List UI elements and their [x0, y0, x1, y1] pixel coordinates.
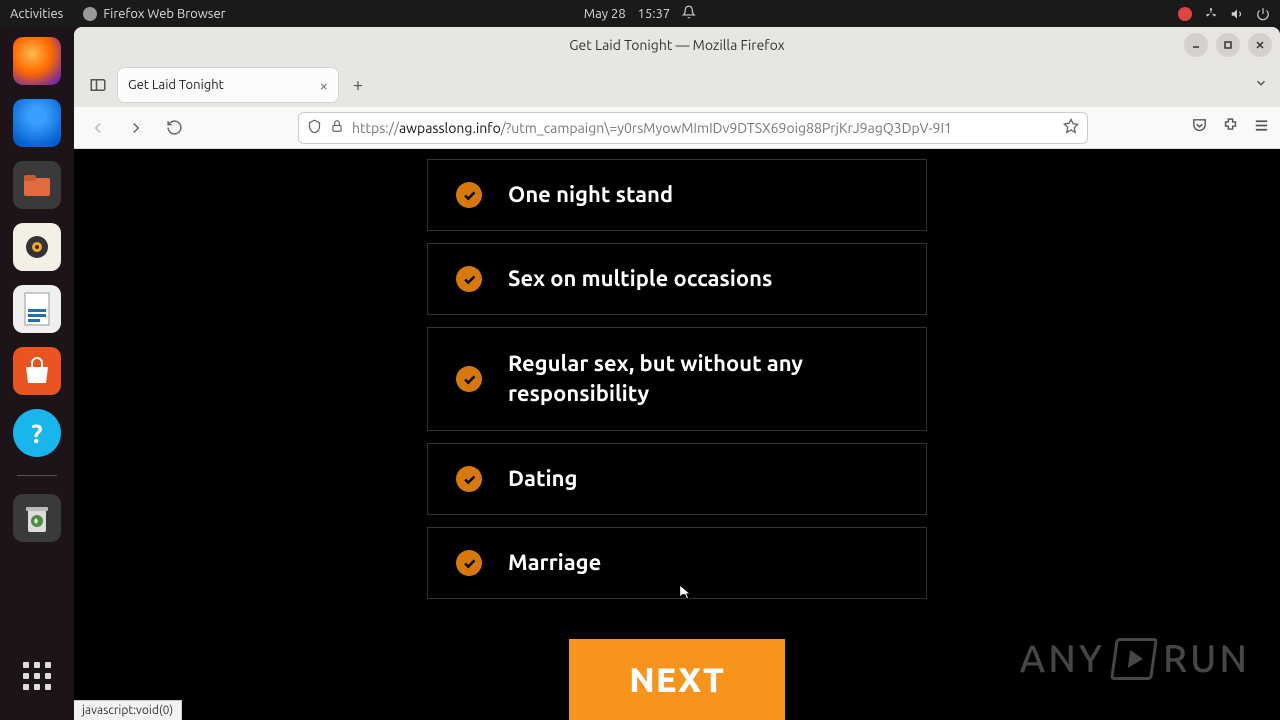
- option-item[interactable]: Regular sex, but without any responsibil…: [427, 327, 927, 431]
- url-text: https://awpasslong.info/?utm_campaign\=y…: [352, 120, 1055, 136]
- notification-indicator-icon[interactable]: [1178, 7, 1192, 21]
- navigation-toolbar: https://awpasslong.info/?utm_campaign\=y…: [74, 107, 1280, 149]
- dock-thunderbird[interactable]: [13, 99, 61, 147]
- bookmark-star-icon[interactable]: [1063, 118, 1079, 137]
- option-label: One night stand: [508, 180, 673, 210]
- firefox-menu-icon: [83, 7, 97, 21]
- options-list: One night stand Sex on multiple occasion…: [427, 159, 927, 599]
- dock-files[interactable]: [13, 161, 61, 209]
- bell-icon: [682, 5, 696, 22]
- status-bar: javascript:void(0): [74, 700, 182, 720]
- power-icon[interactable]: [1256, 7, 1270, 21]
- back-button[interactable]: [84, 114, 112, 142]
- reload-button[interactable]: [160, 114, 188, 142]
- check-icon: [456, 550, 482, 576]
- option-item[interactable]: Sex on multiple occasions: [427, 243, 927, 315]
- pocket-icon[interactable]: [1191, 117, 1208, 138]
- dock-libreoffice-writer[interactable]: [13, 285, 61, 333]
- dock-rhythmbox[interactable]: [13, 223, 61, 271]
- check-icon: [456, 182, 482, 208]
- dock-trash[interactable]: [13, 494, 61, 542]
- option-label: Dating: [508, 464, 577, 494]
- option-item[interactable]: Dating: [427, 443, 927, 515]
- option-label: Marriage: [508, 548, 601, 578]
- option-item[interactable]: One night stand: [427, 159, 927, 231]
- app-menu[interactable]: Firefox Web Browser: [83, 7, 225, 21]
- firefox-view-button[interactable]: [84, 71, 112, 99]
- window-minimize[interactable]: [1184, 33, 1208, 57]
- shield-icon[interactable]: [307, 119, 322, 137]
- window-maximize[interactable]: [1216, 33, 1240, 57]
- window-title: Get Laid Tonight — Mozilla Firefox: [569, 37, 785, 53]
- dock-show-apps[interactable]: [13, 652, 61, 700]
- dock-firefox[interactable]: [13, 37, 61, 85]
- ubuntu-dock: ?: [0, 27, 74, 720]
- volume-icon[interactable]: [1230, 7, 1244, 21]
- forward-button[interactable]: [122, 114, 150, 142]
- extensions-icon[interactable]: [1222, 117, 1239, 138]
- tab-close-icon[interactable]: ×: [320, 77, 328, 94]
- dock-software[interactable]: [13, 347, 61, 395]
- next-button[interactable]: NEXT: [569, 639, 785, 720]
- browser-tab[interactable]: Get Laid Tonight ×: [118, 68, 338, 102]
- tab-title: Get Laid Tonight: [128, 78, 224, 92]
- activities-button[interactable]: Activities: [10, 7, 63, 21]
- dock-divider: [17, 475, 57, 476]
- gnome-topbar: Activities Firefox Web Browser May 28 15…: [0, 0, 1280, 27]
- network-icon[interactable]: [1204, 7, 1218, 21]
- lock-icon[interactable]: [330, 119, 344, 136]
- option-label: Regular sex, but without any responsibil…: [508, 349, 898, 408]
- check-icon: [456, 466, 482, 492]
- clock-area[interactable]: May 28 15:37: [584, 5, 696, 22]
- option-label: Sex on multiple occasions: [508, 264, 772, 294]
- play-icon: [1110, 638, 1158, 680]
- dock-help[interactable]: ?: [13, 409, 61, 457]
- all-tabs-button[interactable]: [1254, 76, 1268, 94]
- tab-bar: Get Laid Tonight × +: [74, 63, 1280, 107]
- page-content: One night stand Sex on multiple occasion…: [74, 149, 1280, 720]
- new-tab-button[interactable]: +: [344, 71, 372, 99]
- url-bar[interactable]: https://awpasslong.info/?utm_campaign\=y…: [298, 112, 1088, 144]
- firefox-window: Get Laid Tonight — Mozilla Firefox Get L…: [74, 27, 1280, 720]
- window-close[interactable]: [1248, 33, 1272, 57]
- anyrun-watermark: ANY RUN: [1020, 638, 1250, 680]
- window-titlebar: Get Laid Tonight — Mozilla Firefox: [74, 27, 1280, 63]
- check-icon: [456, 266, 482, 292]
- app-menu-icon[interactable]: [1253, 117, 1270, 138]
- option-item[interactable]: Marriage: [427, 527, 927, 599]
- check-icon: [456, 366, 482, 392]
